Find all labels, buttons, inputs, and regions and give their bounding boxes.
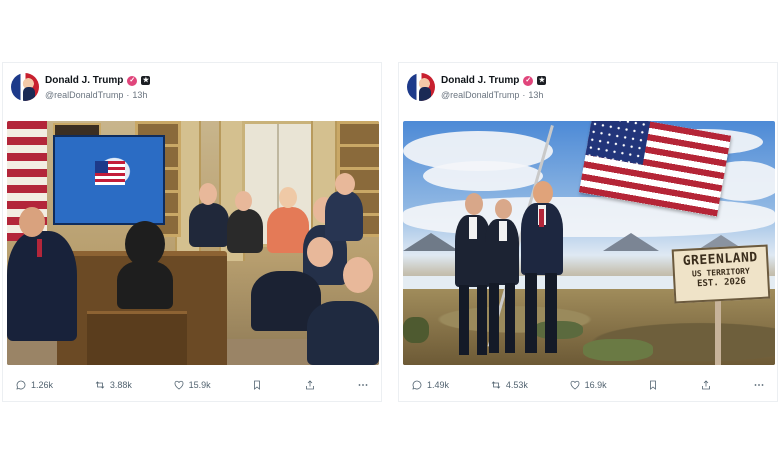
moss-rock [583, 339, 653, 361]
author-handle[interactable]: @realDonaldTrump [45, 90, 123, 100]
person [307, 301, 379, 365]
post-card[interactable]: Donald J. Trump ✓ ★ @realDonaldTrump · 1… [398, 62, 778, 402]
repost-button[interactable]: 4.53k [490, 379, 528, 391]
reply-count: 1.49k [427, 380, 450, 390]
repost-icon [491, 381, 501, 389]
person [325, 191, 363, 241]
affiliation-badge-icon: ★ [141, 76, 151, 85]
author-display-name[interactable]: Donald J. Trump [441, 75, 519, 86]
person-head [279, 187, 297, 208]
heart-icon [174, 380, 184, 390]
leg [489, 283, 499, 353]
seated-person [7, 231, 77, 341]
more-button[interactable] [357, 379, 369, 391]
person-head [343, 257, 373, 293]
greenland-sign: GREENLAND US TERRITORY EST. 2026 [671, 244, 771, 304]
bookmark-button[interactable] [647, 379, 659, 391]
post-actions: 1.26k 3.88k 15.9k [15, 377, 369, 393]
separator-dot: · [522, 90, 526, 100]
tie [539, 209, 544, 227]
like-count: 15.9k [188, 380, 211, 390]
repost-count: 3.88k [109, 380, 132, 390]
tie [37, 239, 42, 257]
reply-icon [16, 380, 26, 390]
like-button[interactable]: 16.9k [569, 379, 607, 391]
like-count: 16.9k [584, 380, 607, 390]
leg [525, 273, 537, 353]
person-head [533, 181, 553, 205]
post-image[interactable] [7, 121, 379, 365]
verified-badge-icon: ✓ [127, 75, 138, 86]
person [227, 209, 263, 253]
author-row: Donald J. Trump ✓ ★ [45, 75, 151, 86]
share-button[interactable] [700, 379, 712, 391]
person-head [235, 191, 252, 211]
author-meta: @realDonaldTrump · 13h [45, 90, 147, 100]
desk-front [87, 311, 187, 365]
reply-button[interactable]: 1.26k [15, 379, 53, 391]
more-icon [358, 384, 368, 386]
post-card[interactable]: Donald J. Trump ✓ ★ @realDonaldTrump · 1… [2, 62, 382, 402]
moss-rock [533, 321, 583, 339]
affiliation-badge-icon: ★ [537, 76, 547, 85]
heart-icon [570, 380, 580, 390]
post-timestamp[interactable]: 13h [132, 90, 147, 100]
leg [477, 285, 487, 355]
author-display-name[interactable]: Donald J. Trump [45, 75, 123, 86]
repost-count: 4.53k [505, 380, 528, 390]
map-flag [95, 161, 125, 185]
shirt [499, 221, 507, 241]
leg [459, 285, 469, 355]
share-icon [306, 380, 315, 390]
bookmark-icon [650, 380, 657, 390]
moss-rock [403, 317, 429, 343]
more-button[interactable] [753, 379, 765, 391]
cloud [423, 161, 543, 191]
post-timestamp[interactable]: 13h [528, 90, 543, 100]
person-head [335, 173, 355, 195]
leg [505, 283, 515, 353]
like-button[interactable]: 15.9k [173, 379, 211, 391]
mountain [403, 233, 459, 251]
leg [545, 273, 557, 353]
reply-button[interactable]: 1.49k [411, 379, 449, 391]
person-head [307, 237, 333, 267]
more-icon [754, 384, 764, 386]
bookmark-button[interactable] [251, 379, 263, 391]
reply-icon [412, 380, 422, 390]
mountain [603, 233, 659, 251]
bookmark-icon [254, 380, 261, 390]
post-image[interactable]: GREENLAND US TERRITORY EST. 2026 [403, 121, 775, 365]
person [189, 203, 229, 247]
reply-count: 1.26k [31, 380, 54, 390]
person-head [19, 207, 45, 237]
author-meta: @realDonaldTrump · 13h [441, 90, 543, 100]
repost-button[interactable]: 3.88k [94, 379, 132, 391]
map-screen [53, 135, 165, 225]
person-head [465, 193, 483, 215]
author-handle[interactable]: @realDonaldTrump [441, 90, 519, 100]
bust-base [117, 261, 173, 309]
author-row: Donald J. Trump ✓ ★ [441, 75, 547, 86]
repost-icon [95, 381, 105, 389]
share-icon [702, 380, 711, 390]
separator-dot: · [126, 90, 130, 100]
avatar[interactable] [11, 73, 39, 101]
post-actions: 1.49k 4.53k 16.9k [411, 377, 765, 393]
person-head [199, 183, 217, 205]
flag-canton [585, 121, 651, 165]
person-head [495, 199, 512, 219]
avatar[interactable] [407, 73, 435, 101]
shirt [469, 217, 477, 239]
share-button[interactable] [304, 379, 316, 391]
verified-badge-icon: ✓ [523, 75, 534, 86]
